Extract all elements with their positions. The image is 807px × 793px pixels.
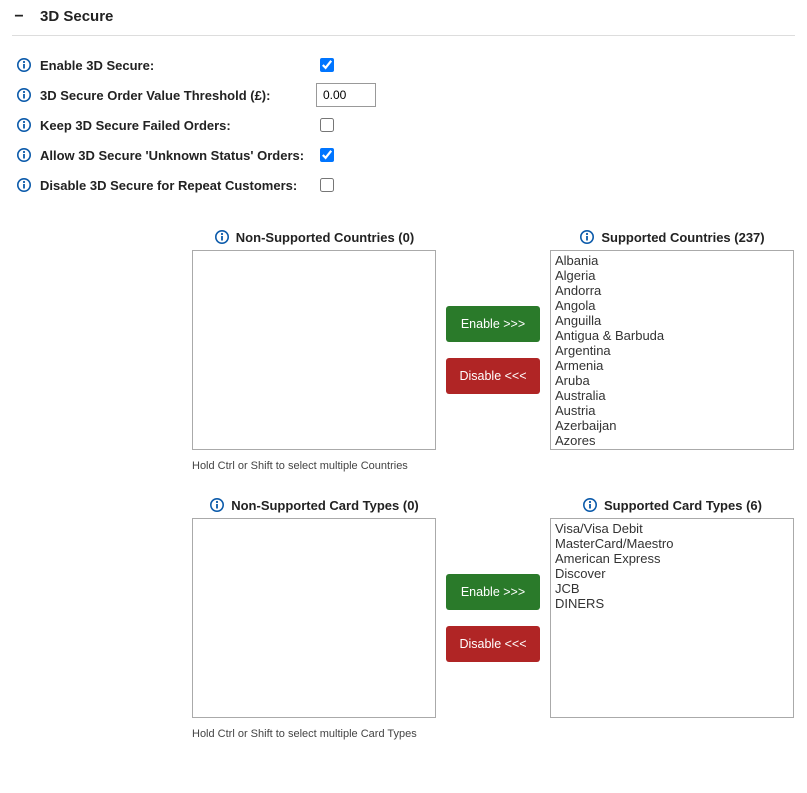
non-supported-countries-list[interactable] <box>192 250 436 450</box>
list-item[interactable]: Angola <box>555 298 789 313</box>
info-icon[interactable] <box>16 177 32 193</box>
label-disable-repeat: Disable 3D Secure for Repeat Customers: <box>40 178 297 193</box>
section-title: 3D Secure <box>40 8 113 25</box>
info-icon[interactable] <box>16 147 32 163</box>
section-header: − 3D Secure <box>12 0 795 36</box>
enable-countries-button[interactable]: Enable >>> <box>446 306 540 342</box>
supported-countries-title: Supported Countries (237) <box>601 230 764 245</box>
info-icon[interactable] <box>16 57 32 73</box>
list-item[interactable]: Austria <box>555 403 789 418</box>
label-threshold: 3D Secure Order Value Threshold (£): <box>40 88 270 103</box>
non-supported-cardtypes-title: Non-Supported Card Types (0) <box>231 498 419 513</box>
list-item[interactable]: American Express <box>555 551 789 566</box>
non-supported-cardtypes-list[interactable] <box>192 518 436 718</box>
disable-countries-button[interactable]: Disable <<< <box>446 358 540 394</box>
enable-cardtypes-button[interactable]: Enable >>> <box>446 574 540 610</box>
checkbox-enable-3ds[interactable] <box>320 58 334 72</box>
list-item[interactable]: Australia <box>555 388 789 403</box>
list-item[interactable]: Discover <box>555 566 789 581</box>
supported-cardtypes-title: Supported Card Types (6) <box>604 498 762 513</box>
list-item[interactable]: Algeria <box>555 268 789 283</box>
list-item[interactable]: JCB <box>555 581 789 596</box>
checkbox-allow-unknown[interactable] <box>320 148 334 162</box>
list-item[interactable]: Albania <box>555 253 789 268</box>
info-icon[interactable] <box>209 497 225 513</box>
list-item[interactable]: Azerbaijan <box>555 418 789 433</box>
collapse-icon[interactable]: − <box>12 9 26 25</box>
list-item[interactable]: DINERS <box>555 596 789 611</box>
list-item[interactable]: Azores <box>555 433 789 448</box>
non-supported-countries-title: Non-Supported Countries (0) <box>236 230 414 245</box>
label-enable-3ds: Enable 3D Secure: <box>40 58 154 73</box>
supported-countries-list[interactable]: AlbaniaAlgeriaAndorraAngolaAnguillaAntig… <box>550 250 794 450</box>
row-disable-repeat: Disable 3D Secure for Repeat Customers: <box>16 170 795 200</box>
list-item[interactable]: Argentina <box>555 343 789 358</box>
info-icon[interactable] <box>579 229 595 245</box>
label-allow-unknown: Allow 3D Secure 'Unknown Status' Orders: <box>40 148 304 163</box>
info-icon[interactable] <box>214 229 230 245</box>
cardtypes-block: Non-Supported Card Types (0) Supported C… <box>12 492 795 740</box>
list-item[interactable]: Armenia <box>555 358 789 373</box>
row-keep-failed: Keep 3D Secure Failed Orders: <box>16 110 795 140</box>
supported-cardtypes-list[interactable]: Visa/Visa DebitMasterCard/MaestroAmerica… <box>550 518 794 718</box>
checkbox-disable-repeat[interactable] <box>320 178 334 192</box>
list-item[interactable]: Aruba <box>555 373 789 388</box>
countries-block: Non-Supported Countries (0) Supported Co… <box>12 224 795 472</box>
row-threshold: 3D Secure Order Value Threshold (£): <box>16 80 795 110</box>
cardtypes-hint: Hold Ctrl or Shift to select multiple Ca… <box>12 728 795 740</box>
list-item[interactable]: Andorra <box>555 283 789 298</box>
countries-hint: Hold Ctrl or Shift to select multiple Co… <box>12 460 795 472</box>
list-item[interactable]: Bahamas <box>555 448 789 450</box>
info-icon[interactable] <box>582 497 598 513</box>
list-item[interactable]: Antigua & Barbuda <box>555 328 789 343</box>
disable-cardtypes-button[interactable]: Disable <<< <box>446 626 540 662</box>
info-icon[interactable] <box>16 87 32 103</box>
row-enable-3ds: Enable 3D Secure: <box>16 50 795 80</box>
row-allow-unknown: Allow 3D Secure 'Unknown Status' Orders: <box>16 140 795 170</box>
settings-form: Enable 3D Secure: 3D Secure Order Value … <box>16 50 795 200</box>
checkbox-keep-failed[interactable] <box>320 118 334 132</box>
label-keep-failed: Keep 3D Secure Failed Orders: <box>40 118 231 133</box>
list-item[interactable]: Anguilla <box>555 313 789 328</box>
input-threshold[interactable] <box>316 83 376 107</box>
list-item[interactable]: Visa/Visa Debit <box>555 521 789 536</box>
info-icon[interactable] <box>16 117 32 133</box>
list-item[interactable]: MasterCard/Maestro <box>555 536 789 551</box>
